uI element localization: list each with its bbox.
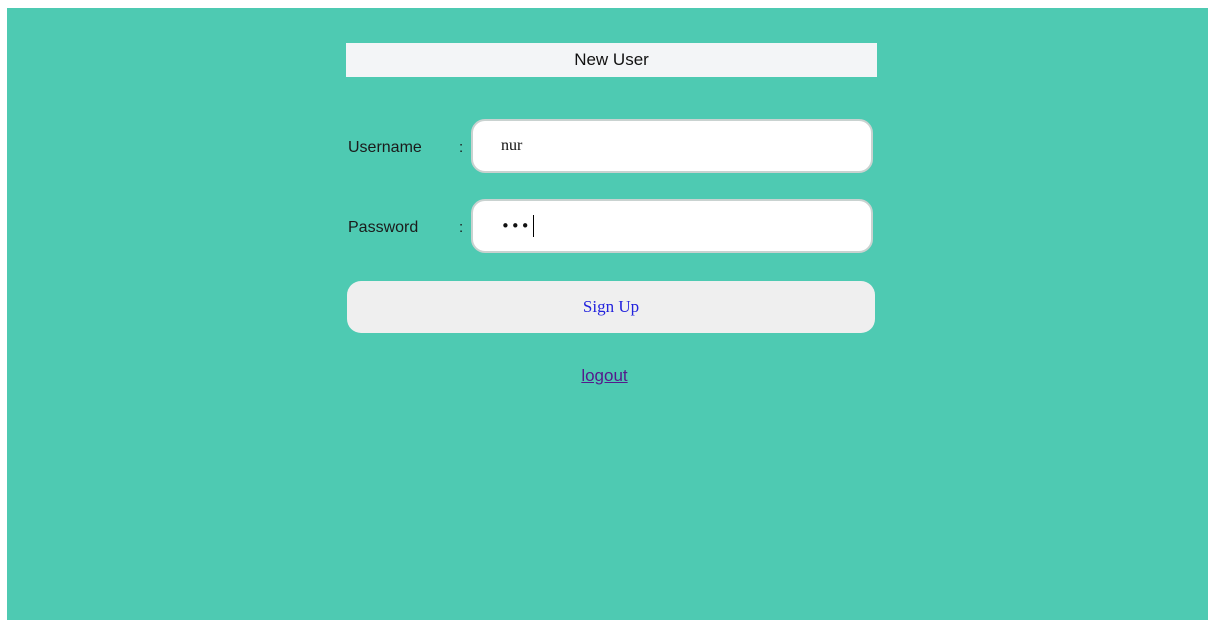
password-masked-value: ••• [501, 217, 531, 235]
password-input[interactable]: ••• [471, 199, 873, 253]
sign-up-button[interactable]: Sign Up [347, 281, 875, 333]
page-background: New User Username : nur Password : ••• S… [7, 8, 1208, 620]
logout-link[interactable]: logout [0, 366, 1209, 386]
username-input[interactable]: nur [471, 119, 873, 173]
password-colon: : [459, 219, 464, 236]
form-title: New User [346, 43, 877, 77]
username-label: Username [348, 139, 422, 156]
username-colon: : [459, 139, 464, 156]
username-value: nur [501, 137, 523, 154]
password-label: Password [348, 219, 419, 236]
text-caret [532, 215, 534, 237]
